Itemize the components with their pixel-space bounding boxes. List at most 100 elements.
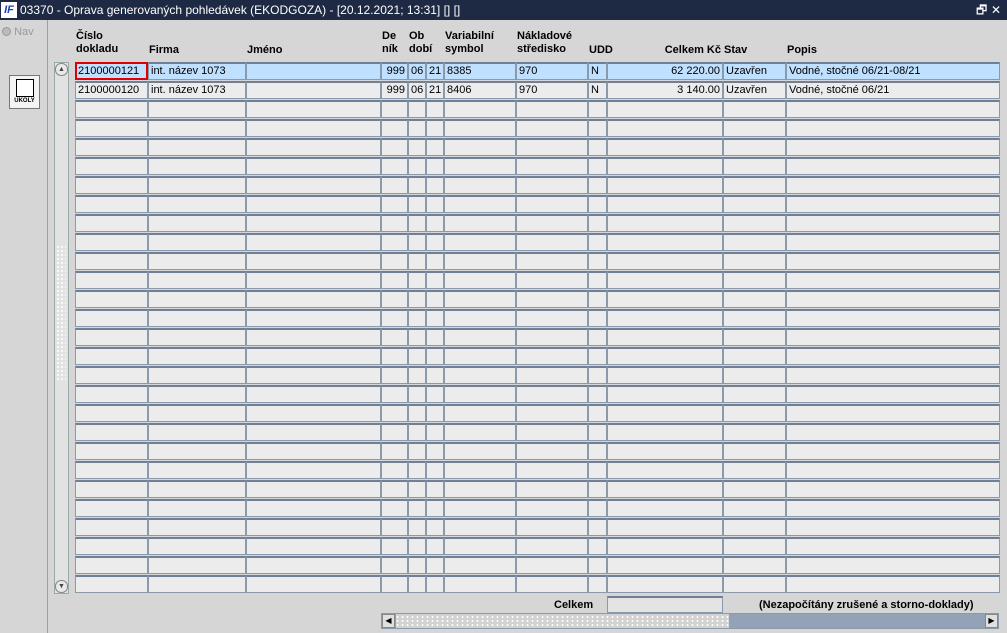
cell-udd[interactable]: [588, 271, 607, 289]
cell-firma[interactable]: int. název 1073: [148, 81, 246, 99]
cell-udd[interactable]: [588, 328, 607, 346]
cell-denik[interactable]: [381, 214, 408, 232]
cell-udd[interactable]: [588, 423, 607, 441]
cell-celkem[interactable]: [607, 233, 723, 251]
cell-udd[interactable]: [588, 100, 607, 118]
cell-stav[interactable]: [723, 537, 786, 555]
cell-stredisko[interactable]: [516, 214, 588, 232]
cell-cislo[interactable]: [75, 176, 148, 194]
cell-jmeno[interactable]: [246, 480, 381, 498]
cell-cislo[interactable]: [75, 404, 148, 422]
cell-cislo[interactable]: [75, 157, 148, 175]
cell-stav[interactable]: [723, 233, 786, 251]
cell-obdobi[interactable]: [408, 556, 426, 574]
cell-denik[interactable]: [381, 556, 408, 574]
cell-stav[interactable]: [723, 404, 786, 422]
cell-popis[interactable]: [786, 442, 1000, 460]
cell-stav[interactable]: [723, 518, 786, 536]
cell-stav[interactable]: [723, 290, 786, 308]
cell-stredisko[interactable]: [516, 100, 588, 118]
cell-jmeno[interactable]: [246, 214, 381, 232]
cell-stredisko[interactable]: [516, 442, 588, 460]
cell-popis[interactable]: [786, 119, 1000, 137]
cell-vs[interactable]: [444, 157, 516, 175]
cell-popis[interactable]: [786, 195, 1000, 213]
cell-obdobi[interactable]: [408, 442, 426, 460]
cell-firma[interactable]: [148, 537, 246, 555]
cell-denik[interactable]: [381, 233, 408, 251]
cell-rok[interactable]: [426, 423, 444, 441]
cell-stav[interactable]: [723, 347, 786, 365]
cell-stredisko[interactable]: [516, 347, 588, 365]
cell-jmeno[interactable]: [246, 290, 381, 308]
cell-stav[interactable]: [723, 480, 786, 498]
cell-udd[interactable]: [588, 176, 607, 194]
cell-obdobi[interactable]: [408, 138, 426, 156]
cell-celkem[interactable]: [607, 328, 723, 346]
cell-celkem[interactable]: [607, 309, 723, 327]
cell-jmeno[interactable]: [246, 252, 381, 270]
close-icon[interactable]: ✕: [991, 0, 1001, 20]
cell-cislo[interactable]: [75, 518, 148, 536]
cell-rok[interactable]: [426, 575, 444, 593]
cell-vs[interactable]: [444, 214, 516, 232]
cell-obdobi[interactable]: [408, 518, 426, 536]
cell-celkem[interactable]: [607, 556, 723, 574]
cell-denik[interactable]: [381, 100, 408, 118]
cell-cislo[interactable]: [75, 214, 148, 232]
cell-cislo[interactable]: [75, 423, 148, 441]
cell-firma[interactable]: [148, 328, 246, 346]
cell-stredisko[interactable]: [516, 119, 588, 137]
cell-rok[interactable]: [426, 442, 444, 460]
cell-jmeno[interactable]: [246, 518, 381, 536]
cell-denik[interactable]: [381, 480, 408, 498]
cell-cislo[interactable]: [75, 271, 148, 289]
cell-firma[interactable]: [148, 176, 246, 194]
cell-jmeno[interactable]: [246, 556, 381, 574]
cell-firma[interactable]: [148, 138, 246, 156]
cell-popis[interactable]: [786, 252, 1000, 270]
cell-rok[interactable]: [426, 328, 444, 346]
cell-rok[interactable]: [426, 537, 444, 555]
cell-vs[interactable]: [444, 442, 516, 460]
cell-cislo[interactable]: 2100000120: [75, 81, 148, 99]
ukoly-button[interactable]: ÚKOLY: [9, 75, 40, 109]
cell-obdobi[interactable]: 06: [408, 81, 426, 99]
cell-firma[interactable]: [148, 404, 246, 422]
cell-udd[interactable]: [588, 290, 607, 308]
cell-firma[interactable]: [148, 233, 246, 251]
cell-vs[interactable]: [444, 480, 516, 498]
cell-firma[interactable]: [148, 423, 246, 441]
cell-firma[interactable]: [148, 252, 246, 270]
cell-obdobi[interactable]: [408, 233, 426, 251]
cell-denik[interactable]: [381, 309, 408, 327]
cell-popis[interactable]: [786, 461, 1000, 479]
cell-udd[interactable]: [588, 138, 607, 156]
cell-stav[interactable]: [723, 309, 786, 327]
cell-stredisko[interactable]: [516, 157, 588, 175]
cell-denik[interactable]: 999: [381, 81, 408, 99]
cell-denik[interactable]: [381, 499, 408, 517]
cell-udd[interactable]: [588, 518, 607, 536]
cell-jmeno[interactable]: [246, 575, 381, 593]
cell-firma[interactable]: int. název 1073: [148, 62, 246, 80]
cell-vs[interactable]: [444, 176, 516, 194]
cell-obdobi[interactable]: [408, 575, 426, 593]
cell-celkem[interactable]: [607, 290, 723, 308]
cell-vs[interactable]: 8385: [444, 62, 516, 80]
cell-stredisko[interactable]: [516, 461, 588, 479]
cell-denik[interactable]: [381, 366, 408, 384]
cell-obdobi[interactable]: [408, 499, 426, 517]
cell-denik[interactable]: [381, 537, 408, 555]
cell-obdobi[interactable]: [408, 328, 426, 346]
cell-jmeno[interactable]: [246, 442, 381, 460]
cell-stredisko[interactable]: [516, 385, 588, 403]
cell-cislo[interactable]: [75, 100, 148, 118]
cell-cislo[interactable]: [75, 499, 148, 517]
cell-popis[interactable]: [786, 347, 1000, 365]
cell-cislo[interactable]: [75, 575, 148, 593]
cell-denik[interactable]: [381, 290, 408, 308]
cell-rok[interactable]: [426, 157, 444, 175]
cell-popis[interactable]: [786, 138, 1000, 156]
cell-denik[interactable]: [381, 157, 408, 175]
